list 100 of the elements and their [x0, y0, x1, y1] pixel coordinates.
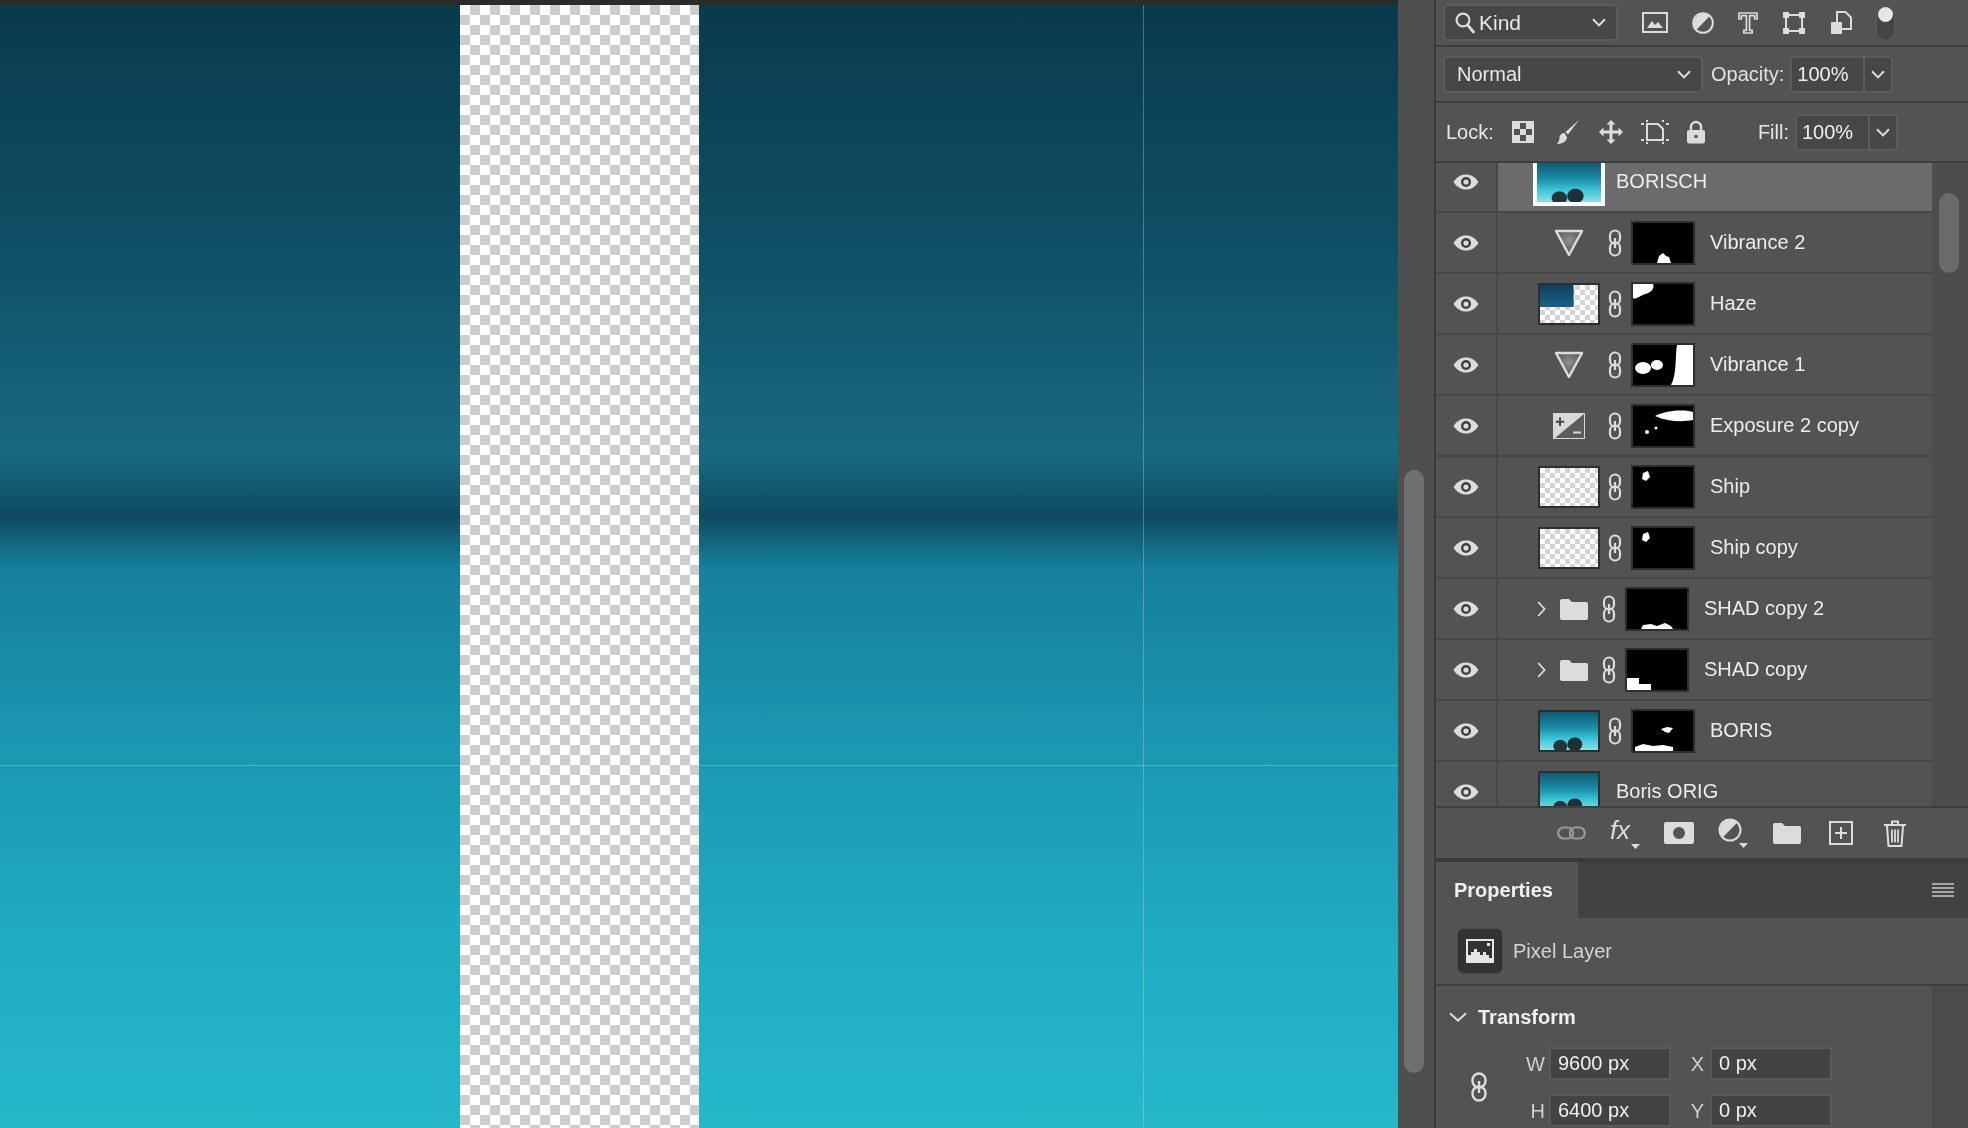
chain-icon [1608, 228, 1622, 257]
half-circle-icon[interactable] [1692, 11, 1714, 34]
trash-icon[interactable] [1884, 819, 1906, 847]
caret-icon [1876, 127, 1890, 137]
layer-row[interactable]: Ship [1498, 457, 1932, 516]
value-field[interactable]: 9600 px [1549, 1047, 1671, 1080]
square-handles-icon[interactable] [1782, 10, 1806, 35]
checker-icon[interactable] [1511, 121, 1534, 143]
layer-row[interactable]: BORISCH [1498, 163, 1932, 211]
layer-thumbnail [1538, 770, 1600, 806]
layer-name: Vibrance 2 [1710, 231, 1806, 254]
eye-icon[interactable] [1453, 661, 1479, 678]
layer-row[interactable]: SHAD copy [1498, 640, 1932, 699]
layer-row[interactable]: Exposure 2 copy [1498, 396, 1932, 455]
plus-square-icon[interactable] [1829, 821, 1853, 845]
layer-row[interactable]: SHAD copy 2 [1498, 579, 1932, 638]
layer-thumbnail [1533, 163, 1605, 206]
layer-row[interactable]: Ship copy [1498, 518, 1932, 577]
eye-icon[interactable] [1453, 295, 1479, 312]
layer-name: Ship [1710, 475, 1751, 498]
fill-label: Fill: [1757, 120, 1789, 144]
scrollbar-thumb[interactable] [1404, 470, 1424, 1073]
pixel-layer-icon [1457, 928, 1503, 974]
menu-icon[interactable] [1932, 883, 1954, 897]
folder-icon [1560, 658, 1588, 681]
dropdown-button[interactable] [1868, 113, 1898, 151]
plus-minus-icon [1553, 412, 1585, 439]
caret-icon [1871, 69, 1886, 79]
triangle-icon [1554, 350, 1584, 379]
letter-t-icon[interactable] [1738, 11, 1758, 34]
layer-row[interactable]: Vibrance 1 [1498, 335, 1932, 394]
mask-icon[interactable] [1664, 822, 1694, 844]
scrollbar-thumb[interactable] [1939, 193, 1959, 273]
chain-icon [1608, 411, 1622, 440]
fill-field[interactable]: 100% [1795, 113, 1868, 151]
layer-name: Ship copy [1710, 536, 1798, 559]
mask-thumbnail[interactable] [1631, 220, 1695, 265]
document-icon[interactable] [1830, 10, 1852, 35]
layer-name: BORISCH [1616, 170, 1708, 193]
eye-icon[interactable] [1453, 173, 1479, 190]
mask-thumbnail[interactable] [1631, 403, 1695, 448]
eye-icon[interactable] [1453, 478, 1479, 495]
mask-thumbnail[interactable] [1631, 281, 1695, 326]
search-icon [1455, 11, 1475, 34]
folder-icon[interactable] [1773, 822, 1801, 844]
artboard-icon[interactable] [1640, 120, 1669, 144]
mask-thumbnail[interactable] [1631, 342, 1695, 387]
blend-mode-dropdown[interactable]: Normal [1443, 55, 1703, 93]
eye-icon[interactable] [1453, 539, 1479, 556]
field-label: Y [1689, 1098, 1704, 1123]
layer-row[interactable]: Boris ORIG [1498, 762, 1932, 806]
layer-row[interactable]: BORIS [1498, 701, 1932, 760]
chevron-icon[interactable] [1537, 661, 1546, 678]
chain-icon [1608, 716, 1622, 745]
properties-tab[interactable]: Properties [1436, 862, 1578, 918]
link-icon[interactable] [1556, 826, 1586, 840]
layer-name: SHAD copy [1704, 658, 1808, 681]
effects-button[interactable]: fx [1609, 817, 1641, 849]
move-icon[interactable] [1597, 119, 1624, 145]
layer-row[interactable]: Vibrance 2 [1498, 213, 1932, 272]
layer-type-label: Pixel Layer [1513, 939, 1612, 963]
mask-thumbnail[interactable] [1631, 464, 1695, 509]
chevron-icon[interactable] [1449, 1011, 1467, 1022]
value-field[interactable]: 0 px [1710, 1047, 1832, 1080]
eye-icon[interactable] [1453, 234, 1479, 251]
chain-icon [1608, 533, 1622, 562]
chain-icon [1602, 655, 1616, 684]
mask-thumbnail[interactable] [1625, 586, 1689, 631]
lock-label: Lock: [1446, 120, 1494, 144]
chevron-icon[interactable] [1537, 600, 1546, 617]
caret-icon [1677, 69, 1691, 79]
eye-icon[interactable] [1453, 356, 1479, 373]
link-icon[interactable] [1470, 1072, 1488, 1102]
caret-icon [1592, 18, 1606, 27]
opacity-field[interactable]: 100% [1790, 55, 1864, 93]
field-label: X [1689, 1051, 1704, 1076]
chain-icon [1608, 289, 1622, 318]
mask-thumbnail[interactable] [1631, 525, 1695, 570]
filter-toggle[interactable] [1876, 4, 1895, 41]
layer-name: BORIS [1710, 719, 1773, 742]
folder-icon [1560, 597, 1588, 620]
eye-icon[interactable] [1453, 417, 1479, 434]
brush-icon[interactable] [1555, 119, 1580, 145]
eye-icon[interactable] [1453, 783, 1479, 800]
kind-dropdown[interactable]: Kind [1443, 4, 1618, 41]
image-icon[interactable] [1642, 12, 1668, 33]
section-title: Transform [1478, 1004, 1576, 1029]
mask-thumbnail[interactable] [1631, 708, 1695, 753]
value-field[interactable]: 6400 px [1549, 1094, 1671, 1127]
eye-icon[interactable] [1453, 722, 1479, 739]
eye-icon[interactable] [1453, 600, 1479, 617]
layer-row[interactable]: Haze [1498, 274, 1932, 333]
mask-thumbnail[interactable] [1625, 647, 1689, 692]
layer-thumbnail [1538, 282, 1600, 325]
value-field[interactable]: 0 px [1710, 1094, 1832, 1127]
chain-icon [1602, 594, 1616, 623]
layer-name: Boris ORIG [1616, 780, 1719, 803]
half-circle-icon[interactable] [1718, 818, 1748, 848]
lock-icon[interactable] [1685, 120, 1706, 144]
dropdown-button[interactable] [1863, 55, 1894, 93]
